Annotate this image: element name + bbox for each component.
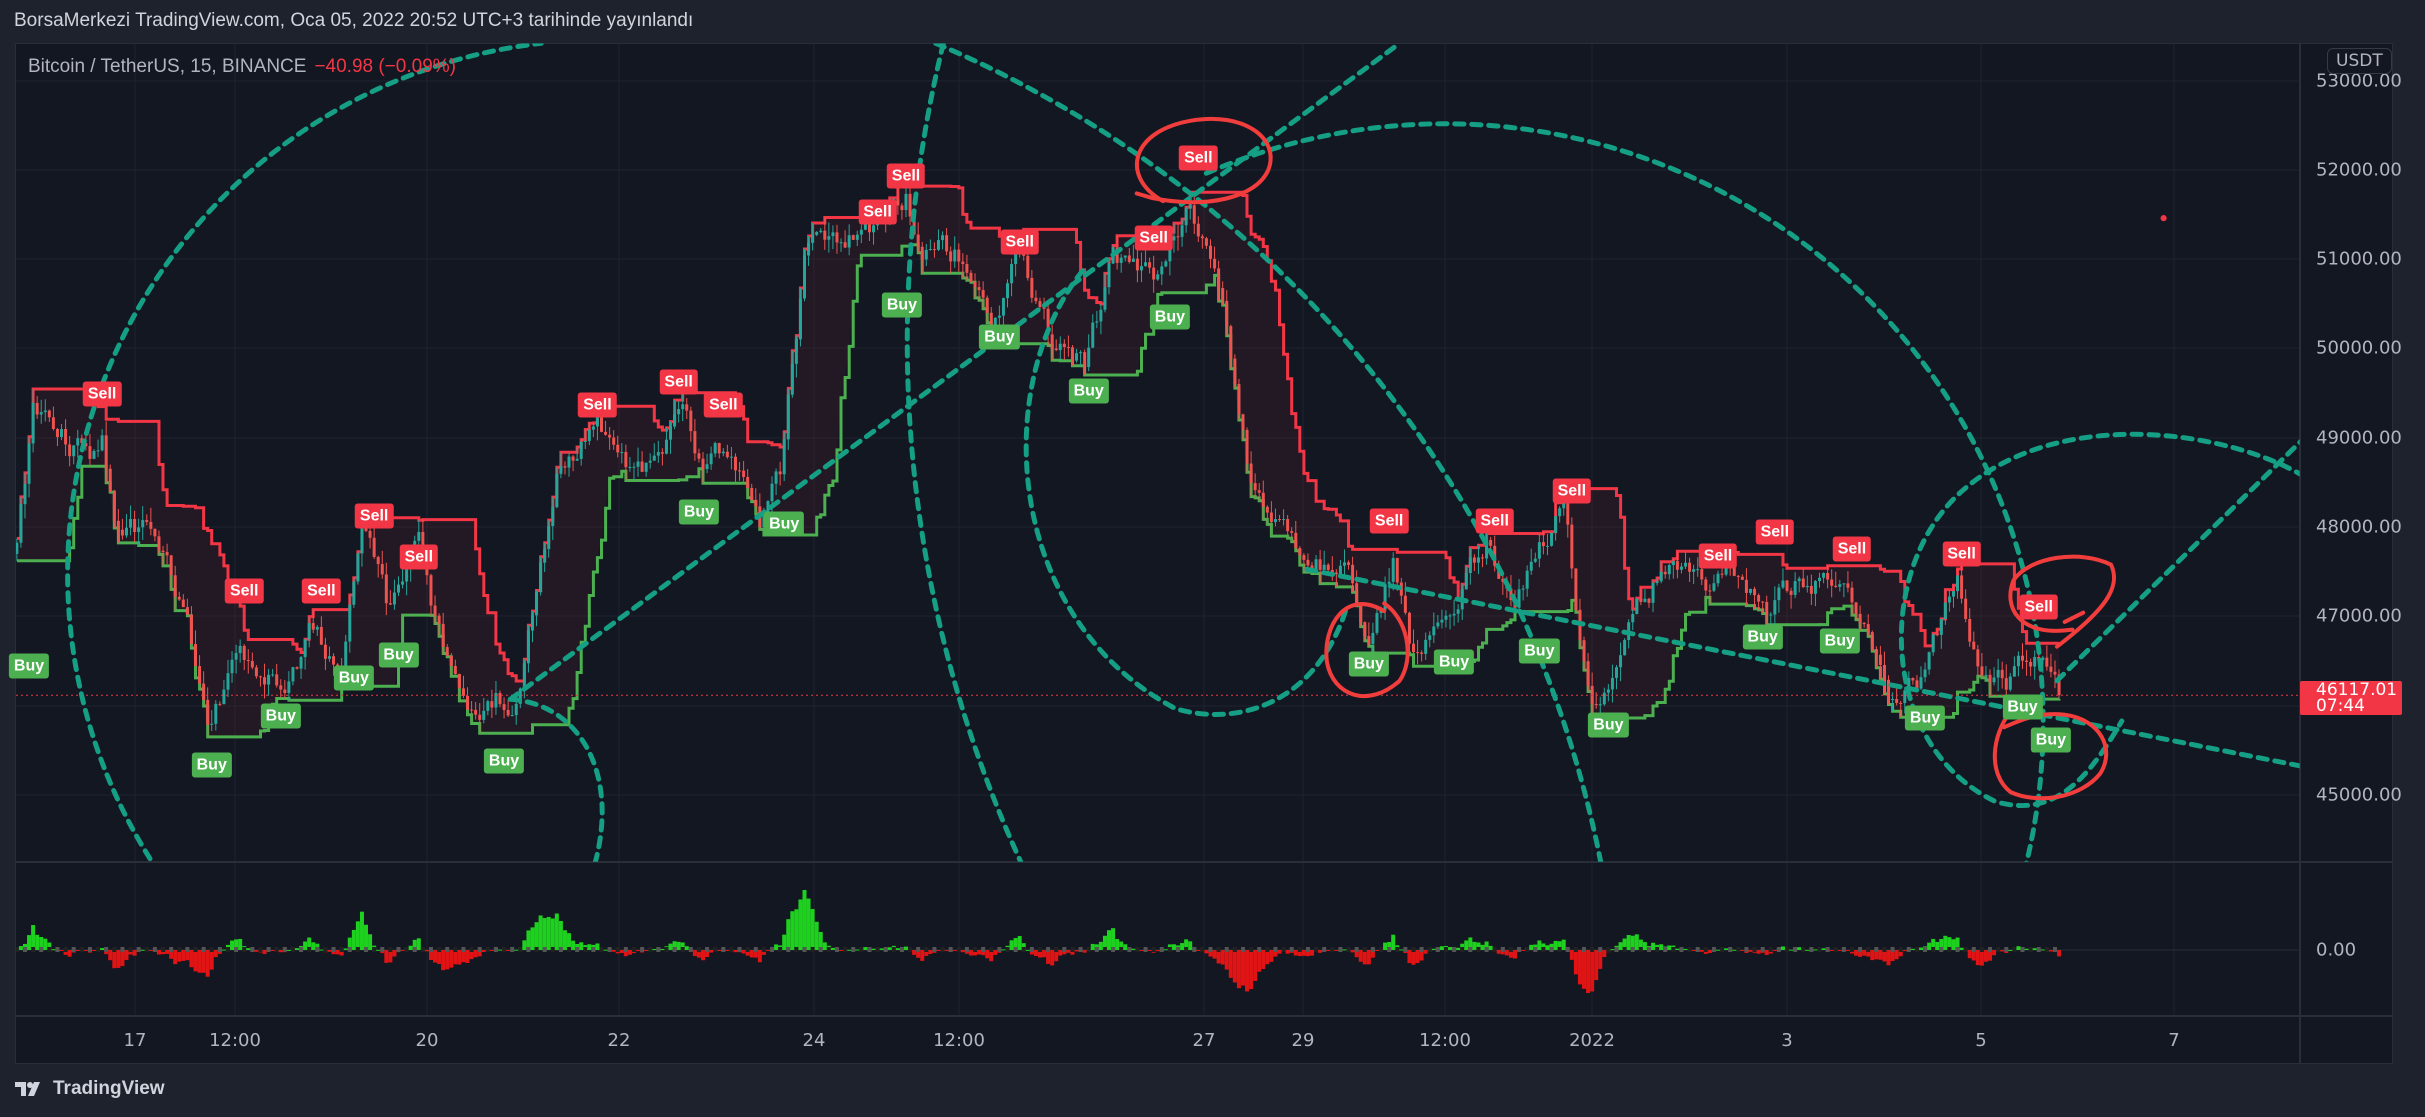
- time-label: 12:00: [209, 1030, 261, 1051]
- buy-signal-label: Buy: [378, 642, 419, 668]
- time-label: 5: [1975, 1030, 1987, 1051]
- annotation-circle[interactable]: [1992, 709, 2109, 801]
- time-label: 12:00: [1419, 1030, 1471, 1051]
- price-label: 49000.00: [2316, 427, 2402, 449]
- sell-signal-label: Sell: [1134, 225, 1173, 251]
- buy-signal-label: Buy: [1588, 712, 1629, 738]
- symbol-title[interactable]: Bitcoin / TetherUS, 15, BINANCE: [28, 56, 306, 77]
- sell-signal-label: Sell: [1179, 145, 1218, 170]
- time-label: 27: [1192, 1030, 1216, 1051]
- buy-signal-label: Buy: [1433, 649, 1475, 675]
- price-label: 50000.00: [2316, 337, 2402, 359]
- sell-signal-label: Sell: [1942, 541, 1981, 567]
- marker-dot: [2160, 215, 2167, 222]
- bar-countdown: 07:44: [2316, 696, 2365, 716]
- sell-signal-label: Sell: [399, 544, 439, 570]
- buy-signal-label: Buy: [191, 752, 232, 778]
- sell-signal-label: Sell: [1755, 519, 1795, 545]
- buy-signal-label: Buy: [1149, 304, 1191, 330]
- sell-signal-label: Sell: [1369, 508, 1409, 534]
- arc-drawing[interactable]: [507, 696, 605, 862]
- sell-signal-label: Sell: [224, 578, 264, 603]
- sell-signal-label: Sell: [578, 392, 617, 418]
- chart-legend[interactable]: Bitcoin / TetherUS, 15, BINANCE −40.98 (−…: [28, 56, 456, 78]
- time-label: 24: [802, 1030, 826, 1051]
- sell-signal-label: Sell: [1000, 229, 1039, 255]
- buy-signal-label: Buy: [333, 665, 374, 691]
- buy-signal-label: Buy: [8, 653, 50, 678]
- buy-signal-label: Buy: [1068, 378, 1109, 404]
- sell-signal-label: Sell: [302, 578, 341, 603]
- arc-drawing[interactable]: [1023, 268, 1348, 717]
- last-price-tag: 46117.01 07:44: [2300, 681, 2402, 715]
- buy-signal-label: Buy: [1348, 651, 1389, 677]
- price-change: −40.98 (−0.09%): [314, 56, 456, 77]
- time-label: 3: [1781, 1030, 1793, 1051]
- brand-name: TradingView: [53, 1078, 165, 1099]
- buy-signal-label: Buy: [483, 748, 525, 774]
- sell-signal-label: Sell: [858, 199, 897, 225]
- time-label: 29: [1291, 1030, 1315, 1051]
- tradingview-logo[interactable]: TradingView: [15, 1078, 165, 1100]
- time-label: 7: [2168, 1030, 2180, 1051]
- sell-signal-label: Sell: [1832, 536, 1872, 562]
- buy-signal-label: Buy: [1904, 705, 1946, 731]
- buy-signal-label: Buy: [2002, 694, 2043, 720]
- indicator-zero-label: 0.00: [2316, 939, 2357, 961]
- sell-signal-label: Sell: [1475, 508, 1514, 534]
- buy-signal-label: Buy: [1742, 624, 1783, 650]
- buy-signal-label: Buy: [881, 292, 923, 318]
- sell-signal-label: Sell: [704, 392, 743, 418]
- annotation-circle[interactable]: [1324, 601, 1410, 699]
- sell-signal-label: Sell: [2019, 594, 2058, 620]
- sell-signal-label: Sell: [82, 381, 122, 407]
- sell-signal-label: Sell: [886, 163, 926, 189]
- price-label: 48000.00: [2316, 516, 2402, 538]
- buy-signal-label: Buy: [1819, 628, 1860, 653]
- buy-signal-label: Buy: [979, 324, 1020, 350]
- sell-signal-label: Sell: [659, 369, 698, 395]
- time-label: 22: [607, 1030, 631, 1051]
- sell-signal-label: Sell: [1698, 543, 1738, 569]
- price-label: 51000.00: [2316, 248, 2402, 270]
- buy-signal-label: Buy: [764, 511, 805, 537]
- time-label: 2022: [1569, 1030, 1615, 1051]
- buy-signal-label: Buy: [2030, 727, 2072, 753]
- time-label: 17: [123, 1030, 147, 1051]
- arc-drawing[interactable]: [1203, 121, 2046, 865]
- sell-signal-label: Sell: [1552, 478, 1592, 503]
- buy-signal-label: Buy: [678, 499, 720, 525]
- time-label: 12:00: [933, 1030, 985, 1051]
- currency-button[interactable]: USDT: [2327, 48, 2392, 74]
- buy-signal-label: Buy: [1519, 638, 1560, 664]
- price-label: 47000.00: [2316, 605, 2402, 627]
- tradingview-logo-icon: [15, 1082, 40, 1096]
- buy-signal-label: Buy: [260, 703, 301, 729]
- arc-drawing[interactable]: [65, 43, 544, 862]
- time-label: 20: [415, 1030, 439, 1051]
- arc-drawing[interactable]: [1899, 431, 2304, 809]
- price-label: 52000.00: [2316, 159, 2402, 181]
- sell-signal-label: Sell: [354, 503, 394, 529]
- price-label: 45000.00: [2316, 784, 2402, 806]
